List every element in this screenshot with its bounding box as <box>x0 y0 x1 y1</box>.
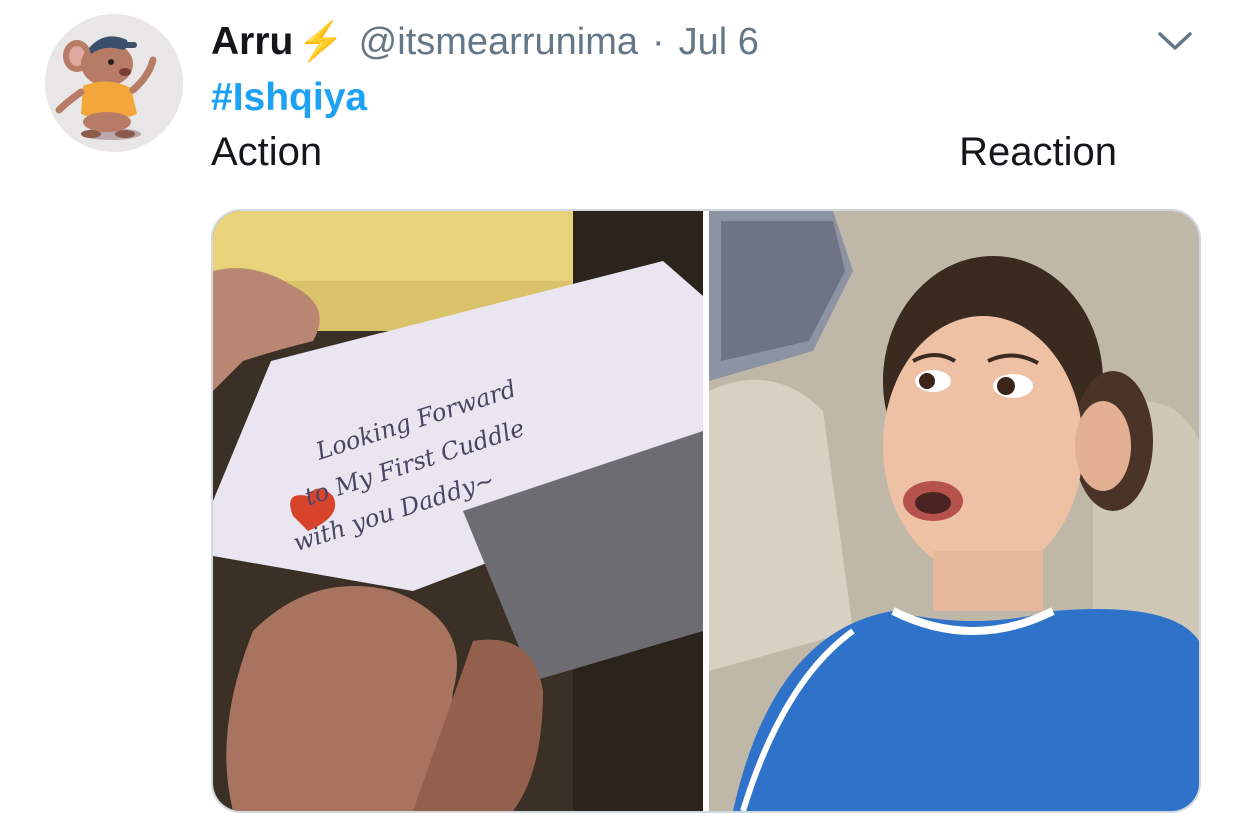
more-options-button[interactable] <box>1154 26 1196 58</box>
tweet-text-action: Action <box>211 130 323 174</box>
tweet-header: Arru ⚡ @itsmearrunima · Jul 6 <box>211 14 1242 70</box>
display-name[interactable]: Arru <box>211 20 293 64</box>
tweet-media[interactable]: Looking Forward to My First Cuddle with … <box>211 209 1201 813</box>
tweet-date[interactable]: Jul 6 <box>679 21 759 64</box>
separator-dot: · <box>651 20 665 63</box>
media-image-left[interactable]: Looking Forward to My First Cuddle with … <box>213 211 703 811</box>
lightning-emoji: ⚡ <box>297 21 345 63</box>
tweet-text: Action Reaction <box>211 130 1117 182</box>
media-image-right[interactable] <box>709 211 1199 811</box>
avatar[interactable] <box>45 14 183 152</box>
media-images: Looking Forward to My First Cuddle with … <box>213 211 1199 811</box>
tweet-text-reaction: Reaction <box>959 130 1117 174</box>
mouse-cartoon-avatar-image <box>45 14 183 152</box>
user-handle[interactable]: @itsmearrunima <box>359 21 638 64</box>
chevron-down-icon <box>1158 32 1192 50</box>
hashtag-link[interactable]: #Ishqiya <box>211 76 367 120</box>
